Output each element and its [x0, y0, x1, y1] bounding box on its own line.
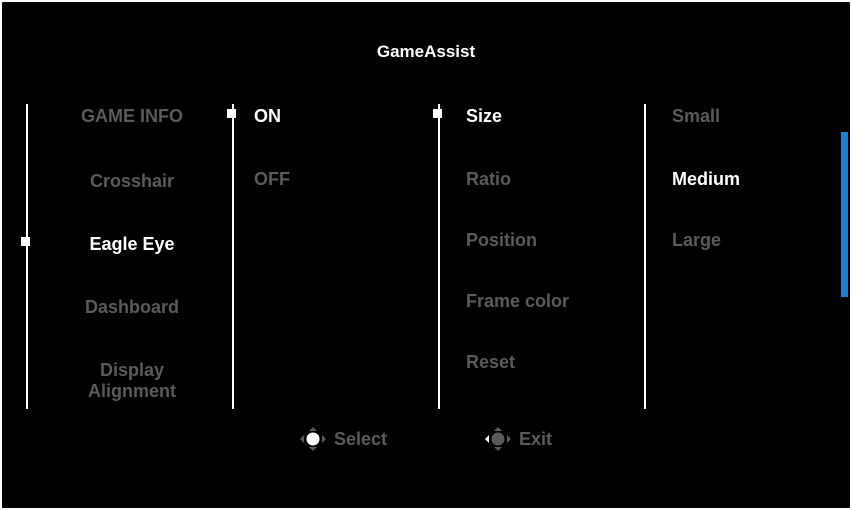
menu-title: GameAssist: [376, 42, 476, 61]
selection-marker-settings: [433, 109, 442, 118]
column-divider-3: [438, 104, 440, 409]
exit-hint-label: Exit: [519, 428, 553, 449]
size-option-small[interactable]: Small: [672, 106, 720, 127]
menu-item-eagle-eye[interactable]: Eagle Eye: [62, 234, 202, 255]
scrollbar[interactable]: [841, 132, 848, 297]
setting-reset[interactable]: Reset: [466, 352, 515, 373]
selection-marker-menu: [21, 237, 30, 246]
setting-ratio[interactable]: Ratio: [466, 169, 511, 190]
size-option-large[interactable]: Large: [672, 230, 721, 251]
menu-item-game-info[interactable]: GAME INFO: [62, 106, 202, 127]
exit-hint: Exit: [483, 426, 552, 452]
setting-frame-color[interactable]: Frame color: [466, 291, 569, 312]
selection-marker-toggle: [227, 109, 236, 118]
menu-item-dashboard[interactable]: Dashboard: [62, 297, 202, 318]
column-divider-2: [232, 104, 234, 409]
setting-position[interactable]: Position: [466, 230, 537, 251]
column-divider-4: [644, 104, 646, 409]
toggle-on[interactable]: ON: [254, 106, 281, 127]
column-divider-1: [26, 104, 28, 409]
menu-item-crosshair[interactable]: Crosshair: [62, 171, 202, 192]
size-option-medium[interactable]: Medium: [672, 169, 740, 190]
osd-panel: GameAssist GAME INFO Crosshair Eagle Eye…: [2, 2, 850, 508]
select-hint-label: Select: [334, 428, 388, 449]
menu-item-display-alignment[interactable]: Display Alignment: [62, 360, 202, 402]
toggle-off[interactable]: OFF: [254, 169, 290, 190]
select-hint: Select: [298, 426, 387, 452]
joystick-icon: [298, 426, 328, 452]
setting-size[interactable]: Size: [466, 106, 502, 127]
joystick-left-icon: [483, 426, 513, 452]
